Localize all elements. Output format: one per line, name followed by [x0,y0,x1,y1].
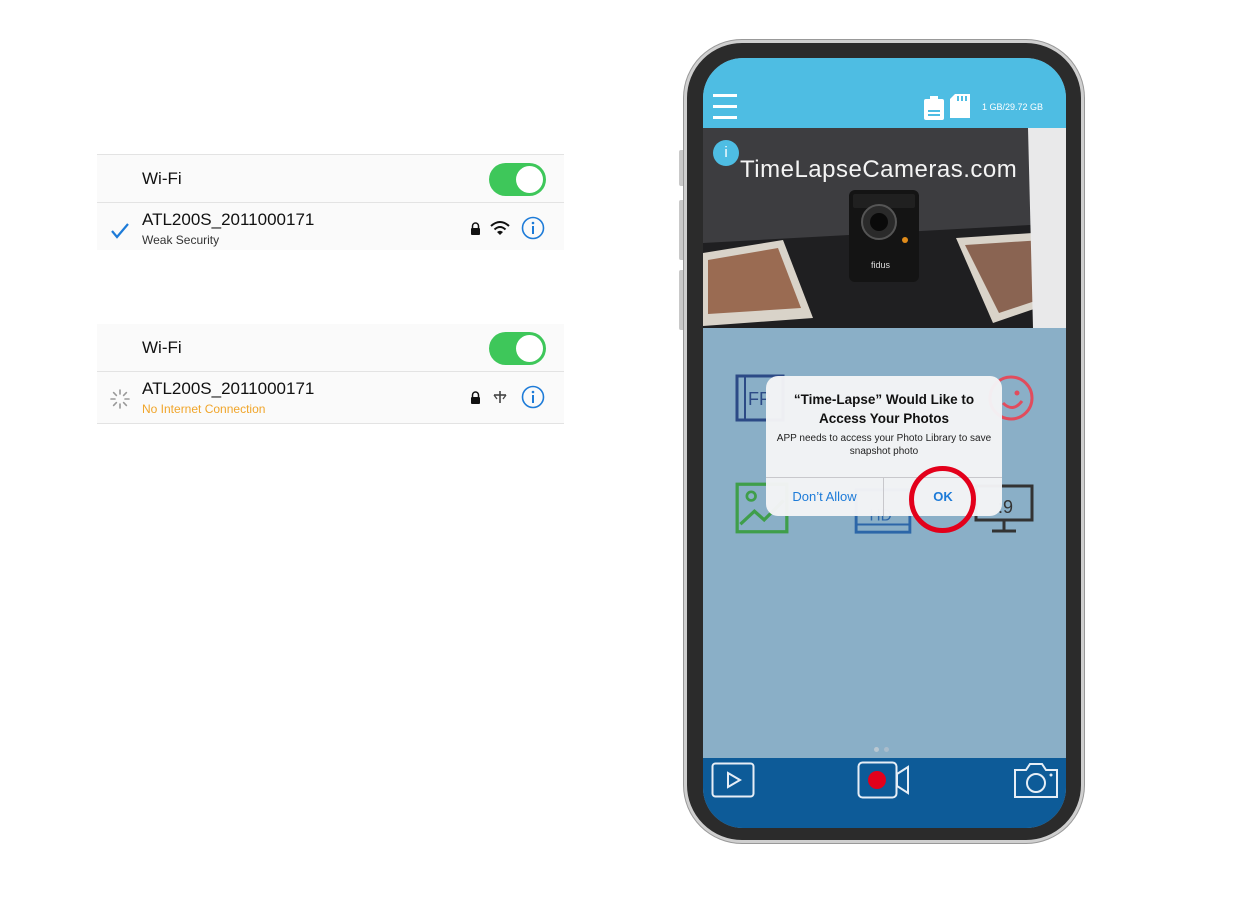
banner-text: TimeLapseCameras.com [740,156,1018,183]
wifi-signal-icon [490,221,510,235]
alert-title: “Time-Lapse” Would Like to Access Your P… [793,392,975,426]
lock-icon [471,222,480,235]
no-internet-signal-icon [493,391,507,403]
bottom-toolbar [703,758,1066,828]
info-icon[interactable]: i [713,140,739,166]
battery-icon [924,96,944,120]
dont-allow-button[interactable]: Don’t Allow [766,477,883,516]
camera-icon[interactable] [1013,761,1059,799]
hamburger-menu-icon[interactable] [713,94,737,119]
wifi-label: Wi-Fi [142,338,182,357]
record-icon[interactable] [857,761,911,799]
info-icon[interactable] [521,216,545,240]
page-dot-active [874,747,879,752]
wifi-toggle-row: Wi-Fi [97,324,564,372]
info-icon[interactable] [521,385,545,409]
play-icon[interactable] [711,762,755,798]
camera-live-view: TimeLapseCameras.com i fidus [703,128,1066,328]
toggle-knob [516,335,543,362]
page-indicator [874,739,894,757]
lock-icon [471,391,480,404]
network-security-status: Weak Security [142,233,220,247]
wifi-toggle[interactable] [489,332,546,365]
network-name: ATL200S_2011000171 [142,379,315,398]
highlight-circle-annotation [909,466,976,533]
network-row[interactable]: ATL200S_2011000171 Weak Security [97,203,564,251]
toggle-knob [516,166,543,193]
network-name: ATL200S_2011000171 [142,210,315,229]
alert-message: APP needs to access your Photo Library t… [776,433,992,457]
camera-brand-label: fidus [871,260,891,270]
network-row[interactable]: ATL200S_2011000171 No Internet Connectio… [97,372,564,420]
sd-card-icon [950,94,970,118]
loading-spinner-icon [110,389,130,409]
storage-usage: 1 GB/29.72 GB [982,102,1044,112]
wifi-settings-no-internet: Wi-Fi ATL200S_2011000171 No Internet Con… [97,324,564,424]
app-header: 1 GB/29.72 GB [703,58,1066,128]
wifi-label: Wi-Fi [142,169,182,188]
page-dot [884,747,889,752]
network-connection-warning: No Internet Connection [142,402,266,416]
wifi-toggle-row: Wi-Fi [97,155,564,203]
wifi-settings-connected: Wi-Fi ATL200S_2011000171 Weak Security [97,154,564,250]
checkmark-icon [111,223,129,239]
wifi-toggle[interactable] [489,163,546,196]
